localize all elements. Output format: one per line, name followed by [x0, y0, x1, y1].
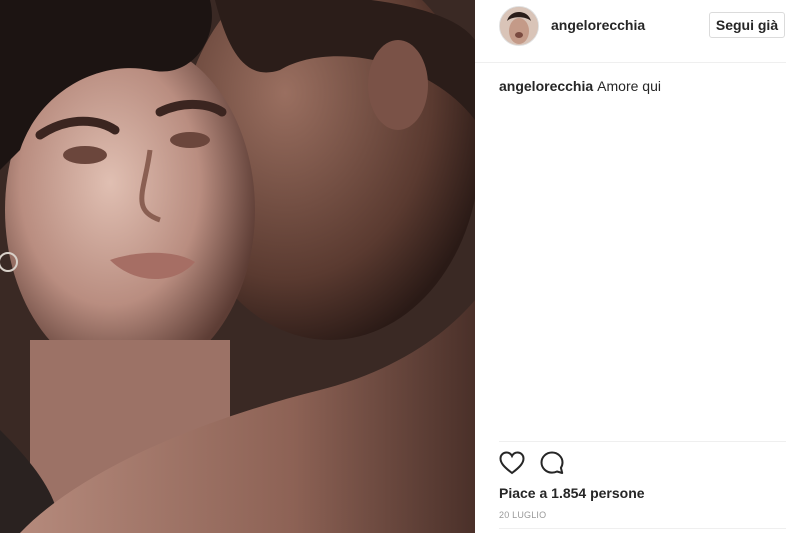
post-header: angelorecchia Segui già — [475, 0, 786, 63]
post-side-panel: angelorecchia Segui già angelorecchia Amo… — [475, 0, 786, 533]
post-photo-image — [0, 0, 475, 533]
divider — [499, 441, 786, 442]
avatar[interactable] — [499, 6, 539, 46]
comment-icon[interactable] — [539, 450, 565, 476]
caption-username[interactable]: angelorecchia — [499, 78, 593, 94]
post-caption: angelorecchia Amore qui — [499, 78, 661, 94]
post-date[interactable]: 20 LUGLIO — [499, 510, 546, 520]
avatar-image — [500, 7, 538, 45]
divider — [499, 528, 786, 529]
follow-button[interactable]: Segui già — [709, 12, 785, 38]
heart-icon[interactable] — [499, 450, 525, 476]
post-username[interactable]: angelorecchia — [551, 17, 645, 33]
caption-text: Amore qui — [597, 78, 661, 94]
likes-count[interactable]: Piace a 1.854 persone — [499, 485, 645, 501]
post-actions — [499, 450, 565, 478]
post-photo[interactable] — [0, 0, 475, 533]
